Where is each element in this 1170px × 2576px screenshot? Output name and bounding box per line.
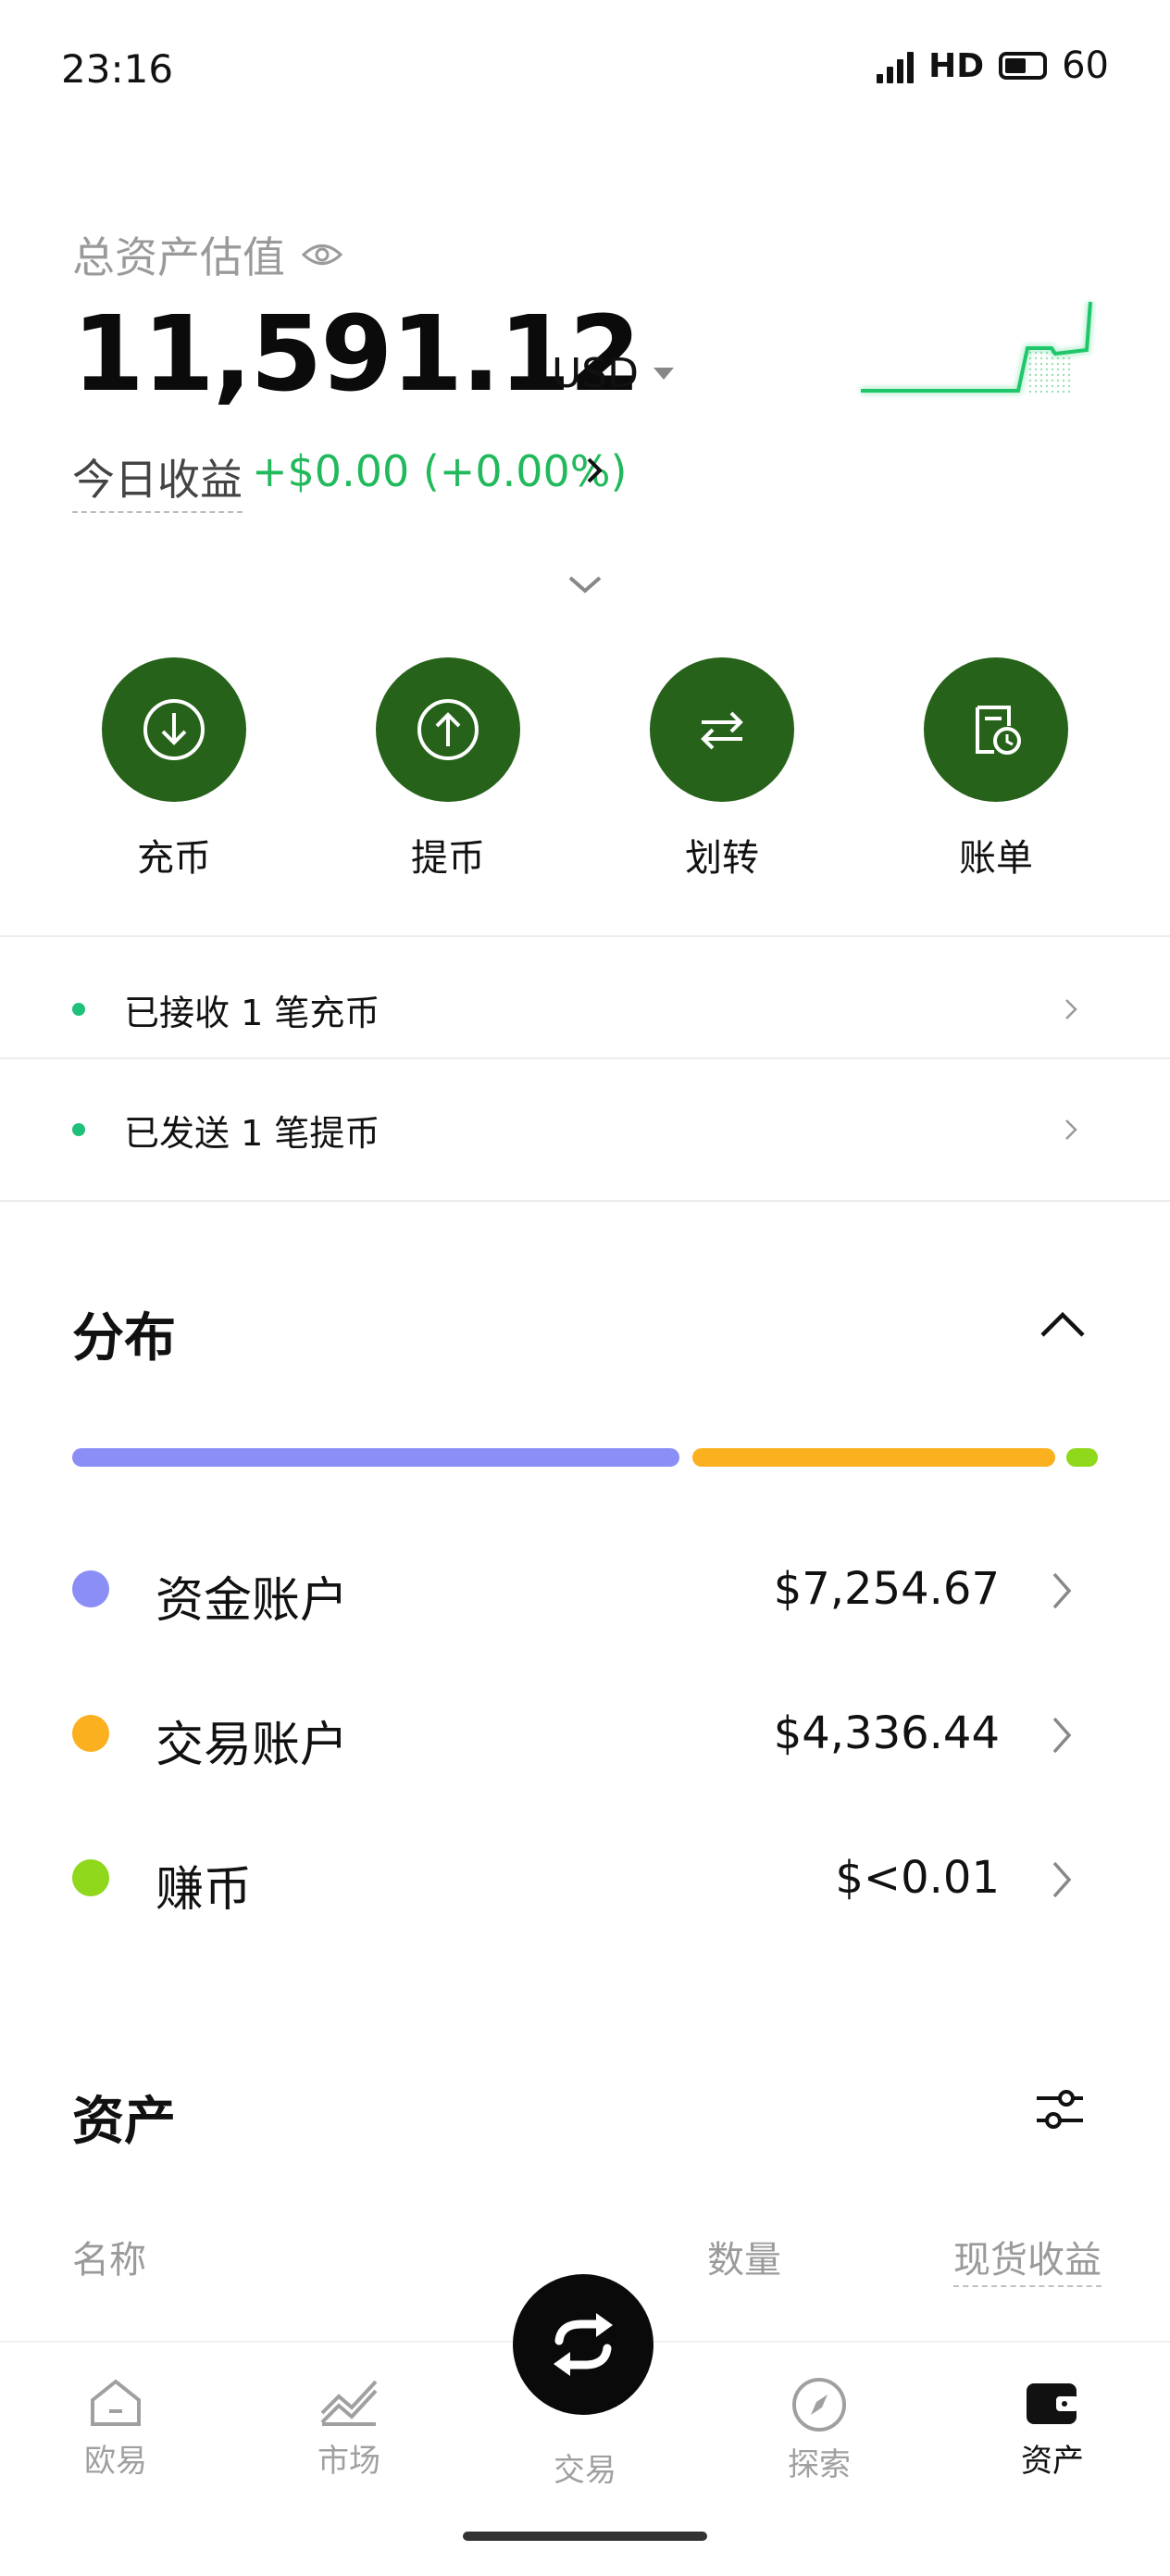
account-value: $7,254.67 (773, 1563, 1000, 1615)
account-name: 交易账户 (156, 1718, 349, 1773)
asset-sparkline[interactable] (855, 294, 1096, 406)
chevron-right-icon (1052, 1572, 1072, 1609)
withdraw-icon (417, 699, 479, 760)
account-row-trading[interactable]: 交易账户 $4,336.44 (0, 1687, 1170, 1780)
trade-swap-button[interactable] (513, 2274, 653, 2415)
nav-label: 欧易 (84, 2443, 147, 2480)
notice-text: 已接收 1 笔充币 (124, 992, 380, 1033)
wallet-icon (1027, 2383, 1078, 2424)
nav-label: 探索 (788, 2446, 851, 2483)
compass-icon (792, 2378, 846, 2432)
battery-level: 60 (1062, 44, 1109, 87)
notice-row-withdraw[interactable]: 已发送 1 笔提币 (0, 1070, 1170, 1189)
distribution-bar-earn (1066, 1448, 1098, 1467)
account-name: 赚币 (156, 1862, 253, 1918)
chevron-right-icon (1052, 1861, 1072, 1898)
nav-label: 资产 (1021, 2443, 1084, 2480)
deposit-icon (143, 699, 205, 760)
notice-text: 已发送 1 笔提币 (124, 1112, 380, 1154)
legend-dot (72, 1859, 109, 1896)
chevron-right-icon (1052, 1717, 1072, 1754)
battery-icon (999, 52, 1048, 80)
account-value: $<0.01 (835, 1852, 1000, 1904)
deposit-button[interactable]: 充币 (100, 657, 248, 882)
chevron-right-icon (1065, 1119, 1077, 1140)
distribution-bar-funding (72, 1448, 679, 1467)
nav-home[interactable]: 欧易 (51, 2376, 180, 2481)
transfer-label: 划转 (685, 837, 759, 880)
transfer-icon (701, 711, 743, 750)
withdraw-button[interactable]: 提币 (374, 657, 522, 882)
chevron-down-icon[interactable] (566, 574, 604, 596)
column-header-name[interactable]: 名称 (72, 2230, 146, 2283)
column-header-amount[interactable]: 数量 (707, 2230, 781, 2283)
account-value: $4,336.44 (773, 1707, 1000, 1759)
swap-icon (554, 2313, 613, 2376)
notice-row-deposit[interactable]: 已接收 1 笔充币 (0, 950, 1170, 1069)
distribution-title: 分布 (72, 1308, 176, 1369)
nav-market[interactable]: 市场 (284, 2376, 414, 2481)
bill-label: 账单 (959, 837, 1033, 880)
account-row-funding[interactable]: 资金账户 $7,254.67 (0, 1543, 1170, 1635)
nav-label: 市场 (317, 2443, 380, 2480)
assets-title: 资产 (72, 2092, 176, 2152)
nav-trade[interactable]: 交易 (520, 2439, 650, 2490)
caret-down-icon (653, 368, 675, 380)
divider (0, 1200, 1170, 1202)
total-asset-label: 总资产估值 (72, 232, 285, 282)
status-dot (72, 1123, 85, 1136)
legend-dot (72, 1715, 109, 1752)
withdraw-label: 提币 (411, 837, 485, 880)
chevron-right-icon (1065, 999, 1077, 1019)
chevron-up-icon[interactable] (1039, 1311, 1087, 1339)
divider (0, 935, 1170, 937)
eye-icon[interactable] (302, 241, 342, 269)
account-row-earn[interactable]: 赚币 $<0.01 (0, 1832, 1170, 1924)
nav-label: 交易 (554, 2452, 616, 2489)
distribution-bar-trading (692, 1448, 1055, 1467)
filter-settings-icon[interactable] (1033, 2083, 1087, 2135)
bill-button[interactable]: 账单 (922, 657, 1070, 882)
divider (0, 1057, 1170, 1059)
status-dot (72, 1003, 85, 1016)
home-indicator[interactable] (463, 2532, 707, 2541)
hd-indicator: HD (928, 46, 985, 85)
status-time: 23:16 (61, 46, 174, 92)
status-indicators: HD 60 (877, 44, 1109, 87)
legend-dot (72, 1570, 109, 1607)
nav-assets[interactable]: 资产 (988, 2376, 1117, 2481)
bill-icon (976, 706, 1021, 755)
today-pnl-value: +$0.00 (+0.00%) (252, 446, 628, 496)
currency-label: USD (552, 350, 640, 397)
total-asset-label-row: 总资产估值 (72, 224, 342, 285)
nav-explore[interactable]: 探索 (754, 2376, 884, 2484)
market-chart-icon (320, 2380, 378, 2426)
home-icon (91, 2379, 141, 2426)
account-name: 资金账户 (156, 1573, 349, 1629)
transfer-button[interactable]: 划转 (648, 657, 796, 882)
chevron-right-icon[interactable] (583, 452, 605, 489)
column-header-pnl[interactable]: 现货收益 (953, 2230, 1102, 2287)
today-pnl-label[interactable]: 今日收益 (72, 446, 243, 513)
signal-icon (877, 48, 915, 83)
currency-selector[interactable]: USD (552, 350, 675, 397)
deposit-label: 充币 (137, 837, 211, 880)
